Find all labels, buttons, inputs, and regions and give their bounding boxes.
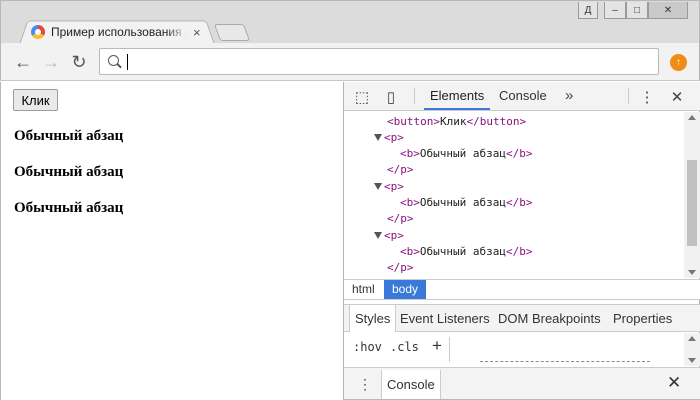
breadcrumb-html[interactable]: html	[344, 280, 383, 299]
hover-state-toggle[interactable]: :hov	[353, 340, 382, 354]
tag-close: </b>	[505, 196, 533, 209]
address-input[interactable]	[126, 52, 646, 71]
node-text: Обычный абзац	[419, 245, 506, 258]
paragraph: Обычный абзац	[14, 128, 124, 144]
tab-console[interactable]: Console	[499, 82, 547, 110]
styles-scrollbar[interactable]	[684, 333, 700, 366]
kebab-menu-icon[interactable]: ⋮	[638, 88, 656, 106]
tab-title: Пример использования jQuery	[51, 25, 187, 39]
dom-node-p[interactable]: <p>	[384, 228, 404, 244]
scroll-down-icon[interactable]	[688, 270, 696, 275]
maximize-button[interactable]: □	[626, 2, 648, 19]
click-button[interactable]: Клик	[13, 89, 58, 111]
expand-triangle-icon[interactable]	[374, 183, 382, 190]
box-model-outline	[480, 361, 650, 362]
device-toolbar-icon[interactable]: ▯	[382, 88, 400, 106]
reload-icon[interactable]: ↻	[69, 52, 89, 72]
node-text: Обычный абзац	[419, 196, 506, 209]
expand-triangle-icon[interactable]	[374, 232, 382, 239]
close-devtools-icon[interactable]: ✕	[668, 88, 686, 106]
divider	[449, 337, 450, 362]
tab-event-listeners[interactable]: Event Listeners	[400, 305, 490, 332]
page-viewport: Клик Обычный абзац Обычный абзац Обычный…	[0, 82, 344, 400]
devtools-tabbar: ⬚ ▯ Elements Console » ⋮ ✕	[344, 82, 700, 111]
tag-open: <b>	[400, 196, 420, 209]
tag-close: </button>	[466, 115, 527, 128]
inspect-element-icon[interactable]: ⬚	[353, 88, 371, 106]
divider	[414, 88, 415, 104]
scroll-up-icon[interactable]	[688, 336, 696, 341]
profile-badge[interactable]: Д	[578, 2, 598, 19]
drawer-close-icon[interactable]: ✕	[667, 373, 681, 393]
dom-node-p-close: </p>	[387, 211, 414, 227]
tag-open: <b>	[400, 245, 420, 258]
divider	[628, 88, 629, 104]
browser-tab[interactable]: Пример использования jQuery ×	[25, 21, 211, 43]
add-rule-icon[interactable]: +	[432, 336, 442, 356]
window-titlebar: Пример использования jQuery × Д – □ ✕	[0, 0, 700, 45]
paragraph: Обычный абзац	[14, 200, 124, 216]
scroll-up-icon[interactable]	[688, 115, 696, 120]
node-text: Обычный абзац	[419, 147, 506, 160]
scroll-down-icon[interactable]	[688, 358, 696, 363]
close-window-button[interactable]: ✕	[648, 2, 688, 19]
tab-styles[interactable]: Styles	[349, 305, 397, 332]
tag-close: </p>	[387, 212, 414, 225]
window-controls: – □ ✕	[604, 2, 688, 20]
browser-toolbar: ← → ↻ ↑	[0, 43, 700, 81]
dom-node-p[interactable]: <p>	[384, 179, 404, 195]
dom-node-b[interactable]: <b>Обычный абзац</b>	[400, 244, 532, 260]
drawer-menu-icon[interactable]: ⋮	[358, 376, 372, 393]
back-arrow-icon[interactable]: ←	[13, 52, 33, 72]
styles-pane: :hov .cls +	[344, 333, 700, 366]
tag-open: <b>	[400, 147, 420, 160]
breadcrumb: html body	[344, 279, 700, 300]
dom-node-b[interactable]: <b>Обычный абзац</b>	[400, 195, 532, 211]
dom-node-p-close: </p>	[387, 260, 414, 276]
tag-open: <p>	[384, 131, 404, 144]
chrome-favicon-icon	[31, 25, 45, 39]
tag-open: <p>	[384, 229, 404, 242]
expand-triangle-icon[interactable]	[374, 134, 382, 141]
text-caret	[127, 54, 128, 70]
address-bar[interactable]	[99, 48, 659, 75]
node-text: Клик	[439, 115, 467, 128]
scroll-thumb[interactable]	[687, 160, 697, 246]
dom-node-button[interactable]: <button>Клик</button>	[387, 114, 526, 130]
tab-properties[interactable]: Properties	[613, 305, 672, 332]
devtools-panel: ⬚ ▯ Elements Console » ⋮ ✕ <button>Клик<…	[343, 82, 700, 400]
more-tabs-icon[interactable]: »	[565, 87, 573, 104]
minimize-button[interactable]: –	[604, 2, 626, 19]
tag-close: </p>	[387, 261, 414, 274]
dom-node-p[interactable]: <p>	[384, 130, 404, 146]
class-toggle[interactable]: .cls	[390, 340, 419, 354]
dom-tree-scrollbar[interactable]	[684, 112, 700, 278]
dom-tree: <button>Клик</button> <p> <b>Обычный абз…	[344, 112, 684, 278]
paragraph: Обычный абзац	[14, 164, 124, 180]
tab-elements[interactable]: Elements	[424, 82, 491, 110]
dom-node-b[interactable]: <b>Обычный абзац</b>	[400, 146, 532, 162]
tag-open: <p>	[384, 180, 404, 193]
dom-node-p-close: </p>	[387, 162, 414, 178]
drawer-tab-console[interactable]: Console	[381, 370, 441, 399]
new-tab-button[interactable]	[213, 24, 251, 41]
forward-arrow-icon[interactable]: →	[41, 52, 61, 72]
tab-close-icon[interactable]: ×	[193, 25, 201, 40]
tab-dom-breakpoints[interactable]: DOM Breakpoints	[498, 305, 601, 332]
search-icon	[108, 55, 119, 66]
console-drawer: ⋮ Console ✕	[344, 367, 700, 399]
styles-tabbar: Styles Event Listeners DOM Breakpoints P…	[344, 304, 700, 332]
breadcrumb-body[interactable]: body	[384, 280, 427, 299]
tag-close: </b>	[505, 245, 533, 258]
extension-update-icon[interactable]: ↑	[670, 54, 687, 71]
tag-open: <button>	[387, 115, 440, 128]
tag-close: </p>	[387, 163, 414, 176]
tag-close: </b>	[505, 147, 533, 160]
